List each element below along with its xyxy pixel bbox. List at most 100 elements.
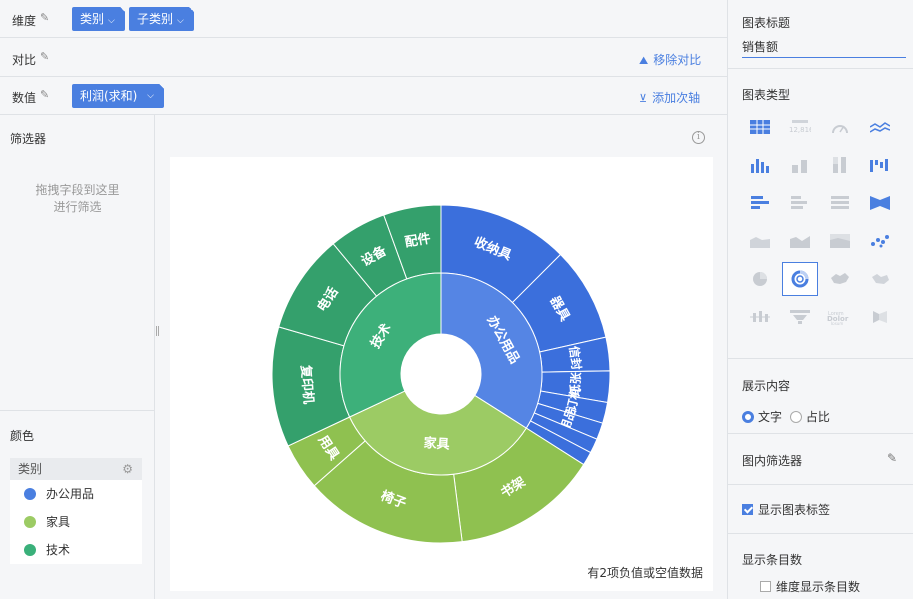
divider bbox=[728, 358, 913, 359]
kpi-number-icon[interactable]: 12,816 bbox=[782, 110, 818, 144]
boxplot-chart-icon[interactable] bbox=[742, 300, 778, 334]
percent-area-icon[interactable] bbox=[822, 224, 858, 258]
map-chart-icon[interactable] bbox=[822, 262, 858, 296]
waterfall-chart-icon[interactable] bbox=[862, 148, 898, 182]
stacked-column-icon[interactable] bbox=[782, 148, 818, 182]
filter-pane[interactable]: 筛选器 拖拽字段到这里 进行筛选 bbox=[0, 115, 155, 410]
legend-color-dot bbox=[24, 543, 36, 556]
radio-percent-label: 占比 bbox=[805, 410, 830, 424]
edit-pencil-icon[interactable]: ✎ bbox=[887, 451, 897, 465]
radio-text[interactable]: 文字 bbox=[742, 410, 782, 424]
value-row: 数值 ✎ 利润(求和) ⌵ ⊻ 添加次轴 bbox=[0, 77, 727, 115]
column-chart-icon[interactable] bbox=[742, 148, 778, 182]
remove-compare-icon: ⛰ bbox=[639, 54, 649, 67]
add-axis-label: 添加次轴 bbox=[652, 91, 701, 105]
dim-count-text: 维度显示条目数 bbox=[776, 580, 861, 594]
sunburst-outer-label: 复印机 bbox=[297, 363, 316, 404]
gauge-chart-icon[interactable] bbox=[822, 110, 858, 144]
checkbox bbox=[742, 504, 753, 515]
color-field[interactable]: 类别 ⚙ bbox=[10, 458, 142, 480]
percent-column-icon[interactable] bbox=[822, 148, 858, 182]
chip-label: 类别 bbox=[80, 12, 105, 26]
dimension-chip-category[interactable]: 类别 ⌵ bbox=[72, 6, 126, 31]
chart-type-label: 图表类型 bbox=[742, 88, 791, 102]
dimension-row: 维度 ✎ 类别 ⌵ 子类别 ⌵ bbox=[0, 0, 727, 38]
display-content-label: 展示内容 bbox=[742, 379, 791, 393]
pie-chart-icon[interactable] bbox=[742, 262, 778, 296]
properties-panel: 图表标题 销售额 图表类型 12,816 LoremDolorIpsum bbox=[727, 0, 913, 599]
svg-text:12,816: 12,816 bbox=[789, 126, 811, 134]
chart-title-label: 图表标题 bbox=[742, 16, 791, 30]
svg-text:Ipsum: Ipsum bbox=[831, 321, 843, 325]
legend-label: 家具 bbox=[46, 515, 71, 529]
geo-map-icon[interactable] bbox=[862, 262, 898, 296]
chart-canvas-area: i 收纳具 器具 信封 纸张 装订机 用品 书架 椅子 用具 复印机 电话 设备 配件 办公用品 家具 技术 … bbox=[156, 115, 727, 599]
sunburst-inner-label: 家具 bbox=[423, 435, 450, 453]
add-secondary-axis-button[interactable]: ⊻ 添加次轴 bbox=[639, 89, 700, 106]
info-icon[interactable]: i bbox=[692, 131, 705, 144]
radio-percent[interactable]: 占比 bbox=[789, 410, 830, 424]
legend-item[interactable]: 家具 bbox=[10, 508, 142, 536]
edit-pencil-icon[interactable]: ✎ bbox=[40, 12, 52, 24]
dim-count-checkbox[interactable]: 维度显示条目数 bbox=[760, 578, 860, 595]
edit-pencil-icon[interactable]: ✎ bbox=[40, 89, 52, 101]
chart-title-input[interactable]: 销售额 bbox=[742, 36, 906, 58]
chip-notch bbox=[118, 6, 126, 13]
divider bbox=[728, 68, 913, 69]
show-count-label: 显示条目数 bbox=[742, 553, 803, 567]
table-chart-icon[interactable] bbox=[742, 110, 778, 144]
area-chart-icon[interactable] bbox=[742, 224, 778, 258]
legend-color-dot bbox=[24, 487, 36, 500]
display-content-options: 文字 占比 bbox=[742, 408, 830, 425]
dimension-label: 维度 bbox=[12, 14, 37, 28]
scatter-chart-icon[interactable] bbox=[862, 224, 898, 258]
radio-button bbox=[742, 410, 754, 423]
remove-compare-label: 移除对比 bbox=[653, 53, 702, 67]
radar-chart-icon[interactable] bbox=[862, 300, 898, 334]
color-field-label: 类别 bbox=[18, 462, 43, 476]
stacked-area-icon[interactable] bbox=[782, 224, 818, 258]
funnel-chart-icon[interactable] bbox=[782, 300, 818, 334]
range-bar-icon[interactable] bbox=[862, 186, 898, 220]
filter-hint: 拖拽字段到这里 进行筛选 bbox=[0, 182, 155, 216]
chevron-down-icon: ⌵ bbox=[177, 16, 184, 26]
line-chart-icon[interactable] bbox=[862, 110, 898, 144]
stacked-bar-icon[interactable] bbox=[782, 186, 818, 220]
sunburst-chart-icon[interactable] bbox=[782, 262, 818, 296]
editor-area: 维度 ✎ 类别 ⌵ 子类别 ⌵ 对比 ✎ ⛰ 移除对比 数值 ✎ 利润(求和) ⌵ ⊻ 添… bbox=[0, 0, 727, 599]
filter-hint-line: 拖拽字段到这里 bbox=[35, 183, 120, 197]
chip-label: 利润(求和) bbox=[80, 89, 138, 103]
compare-label: 对比 bbox=[12, 53, 37, 67]
legend-item[interactable]: 办公用品 bbox=[10, 480, 142, 508]
divider bbox=[728, 484, 913, 485]
legend-label: 技术 bbox=[46, 543, 71, 557]
radio-text-label: 文字 bbox=[758, 410, 783, 424]
bar-chart-icon[interactable] bbox=[742, 186, 778, 220]
chip-label: 子类别 bbox=[137, 12, 174, 26]
remove-compare-button[interactable]: ⛰ 移除对比 bbox=[639, 51, 701, 68]
wordcloud-chart-icon[interactable]: Lorem Dolor Ipsum bbox=[822, 300, 858, 334]
chip-notch bbox=[187, 6, 195, 13]
filter-title: 筛选器 bbox=[10, 132, 47, 146]
chart-card: 收纳具 器具 信封 纸张 装订机 用品 书架 椅子 用具 复印机 电话 设备 配件 办公用品 家具 技术 有2… bbox=[170, 157, 713, 591]
checkbox bbox=[760, 581, 771, 592]
edit-pencil-icon[interactable]: ✎ bbox=[40, 51, 52, 63]
legend-label: 办公用品 bbox=[46, 487, 95, 501]
chevron-down-icon: ⌵ bbox=[108, 16, 115, 26]
sunburst-outer-label: 信封 bbox=[567, 345, 585, 371]
legend-item[interactable]: 技术 bbox=[10, 536, 142, 564]
color-legend: 类别 ⚙ 办公用品 家具 技术 bbox=[10, 458, 142, 564]
sunburst-chart: 收纳具器具信封纸张装订机用品书架椅子用具复印机电话设备配件办公用品家具技术 bbox=[271, 204, 611, 544]
show-labels-checkbox[interactable]: 显示图表标签 bbox=[742, 501, 830, 518]
dimension-chip-subcategory[interactable]: 子类别 ⌵ bbox=[129, 6, 195, 31]
divider bbox=[728, 433, 913, 434]
color-pane: 颜色 类别 ⚙ 办公用品 家具 技术 bbox=[0, 410, 155, 599]
value-chip-profit[interactable]: 利润(求和) ⌵ bbox=[72, 83, 165, 108]
chart-footnote: 有2项负值或空值数据 bbox=[587, 566, 703, 580]
chip-notch bbox=[158, 83, 165, 90]
percent-bar-icon[interactable] bbox=[822, 186, 858, 220]
divider bbox=[728, 533, 913, 534]
inner-filter-label: 图内筛选器 bbox=[742, 454, 803, 468]
color-title: 颜色 bbox=[10, 429, 35, 443]
gear-icon[interactable]: ⚙ bbox=[122, 458, 133, 480]
